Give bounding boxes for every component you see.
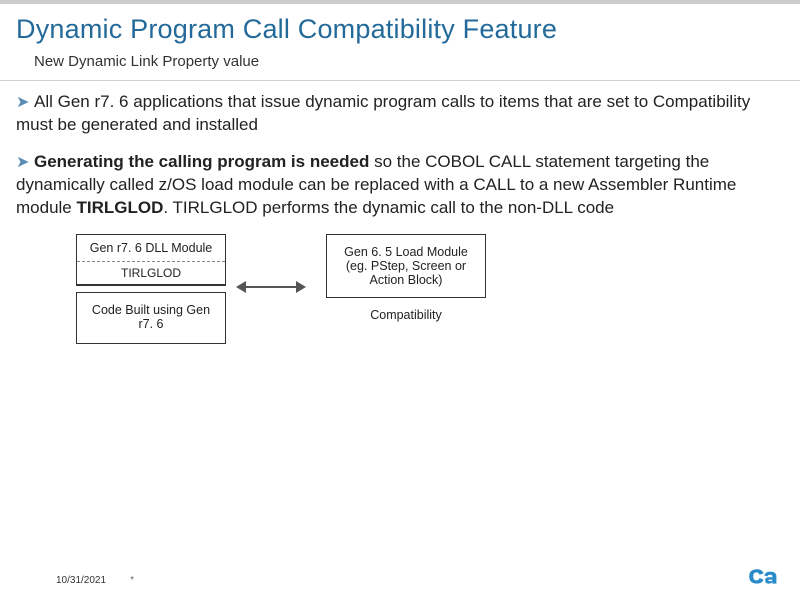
footer-mark: * xyxy=(130,575,134,586)
bullet-1: ➤All Gen r7. 6 applications that issue d… xyxy=(16,91,784,137)
runtime-box: TIRLGLOD xyxy=(77,261,225,285)
code-built-text: Code Built using Gen r7. 6 xyxy=(77,293,225,343)
dll-module-box: Gen r7. 6 DLL Module TIRLGLOD xyxy=(76,234,226,286)
title-divider xyxy=(0,80,800,81)
slide-title: Dynamic Program Call Compatibility Featu… xyxy=(0,4,800,49)
arrow-shaft xyxy=(241,286,301,288)
bullet-1-text: All Gen r7. 6 applications that issue dy… xyxy=(16,92,750,134)
content-area: ➤All Gen r7. 6 applications that issue d… xyxy=(0,91,800,364)
bullet-2: ➤Generating the calling program is neede… xyxy=(16,151,784,220)
dll-module-title: Gen r7. 6 DLL Module xyxy=(77,235,225,261)
bullet-arrow-icon: ➤ xyxy=(16,151,34,174)
ca-logo-icon xyxy=(746,566,778,590)
arrow-connector xyxy=(236,234,316,364)
load-module-box: Gen 6. 5 Load Module (eg. PStep, Screen … xyxy=(326,234,486,298)
dll-stack: Gen r7. 6 DLL Module TIRLGLOD Code Built… xyxy=(76,234,226,344)
bullet-2-part-0: Generating the calling program is needed xyxy=(34,152,369,171)
bullet-2-part-3: . TIRLGLOD performs the dynamic call to … xyxy=(163,198,614,217)
arrow-right-head-icon xyxy=(296,281,306,293)
slide-subtitle: New Dynamic Link Property value xyxy=(0,49,800,80)
bullet-2-part-2: TIRLGLOD xyxy=(76,198,163,217)
load-module-column: Gen 6. 5 Load Module (eg. PStep, Screen … xyxy=(326,234,486,322)
footer-date: 10/31/2021 xyxy=(56,575,106,586)
diagram-area: Gen r7. 6 DLL Module TIRLGLOD Code Built… xyxy=(76,234,784,364)
compatibility-label: Compatibility xyxy=(370,308,442,322)
code-built-box: Code Built using Gen r7. 6 xyxy=(76,292,226,344)
footer: 10/31/2021 * xyxy=(0,575,800,586)
bullet-arrow-icon: ➤ xyxy=(16,91,34,114)
slide-root: Dynamic Program Call Compatibility Featu… xyxy=(0,0,800,600)
